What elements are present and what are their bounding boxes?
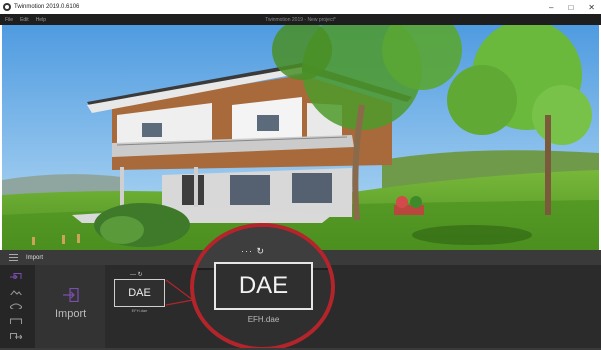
callout-file-name: EFH.dae bbox=[247, 315, 280, 324]
import-icon[interactable] bbox=[10, 273, 22, 279]
hamburger-menu-icon[interactable] bbox=[9, 254, 18, 261]
panel-title: Import bbox=[26, 254, 44, 261]
close-button[interactable]: ✕ bbox=[588, 3, 595, 12]
menu-bar: File Edit Help Twinmotion 2019 - New pro… bbox=[0, 14, 601, 25]
callout-card-controls[interactable]: ··· ↻ bbox=[241, 246, 265, 257]
window-controls: – □ ✕ bbox=[549, 0, 595, 14]
import-button[interactable]: Import bbox=[35, 265, 105, 350]
app-logo-icon bbox=[3, 3, 11, 11]
import-label: Import bbox=[55, 308, 87, 320]
minimize-button[interactable]: – bbox=[549, 3, 553, 12]
terrain-icon[interactable] bbox=[10, 289, 22, 295]
maximize-button[interactable]: □ bbox=[568, 3, 573, 12]
import-arrow-icon bbox=[63, 288, 79, 302]
asset-card-controls[interactable]: — ↻ bbox=[130, 271, 143, 278]
export-icon[interactable] bbox=[10, 333, 22, 339]
asset-format-badge: DAE bbox=[128, 287, 151, 299]
callout-format-badge: DAE bbox=[238, 272, 289, 299]
3d-viewport[interactable] bbox=[2, 25, 599, 250]
scene-render bbox=[2, 25, 599, 250]
asset-card[interactable]: DAE bbox=[114, 279, 165, 307]
media-icon[interactable] bbox=[10, 318, 22, 324]
window-title: Twinmotion 2019.0.6106 bbox=[14, 4, 80, 10]
title-bar: Twinmotion 2019.0.6106 – □ ✕ bbox=[0, 0, 601, 14]
asset-file-name: EFH.dae bbox=[131, 308, 148, 313]
callout-asset-card[interactable]: DAE bbox=[214, 262, 313, 310]
sidebar-tools bbox=[0, 265, 35, 350]
document-title: Twinmotion 2019 - New project* bbox=[265, 16, 336, 23]
eye-icon[interactable] bbox=[10, 303, 22, 309]
zoom-callout: ··· ↻ DAE EFH.dae bbox=[190, 223, 335, 350]
